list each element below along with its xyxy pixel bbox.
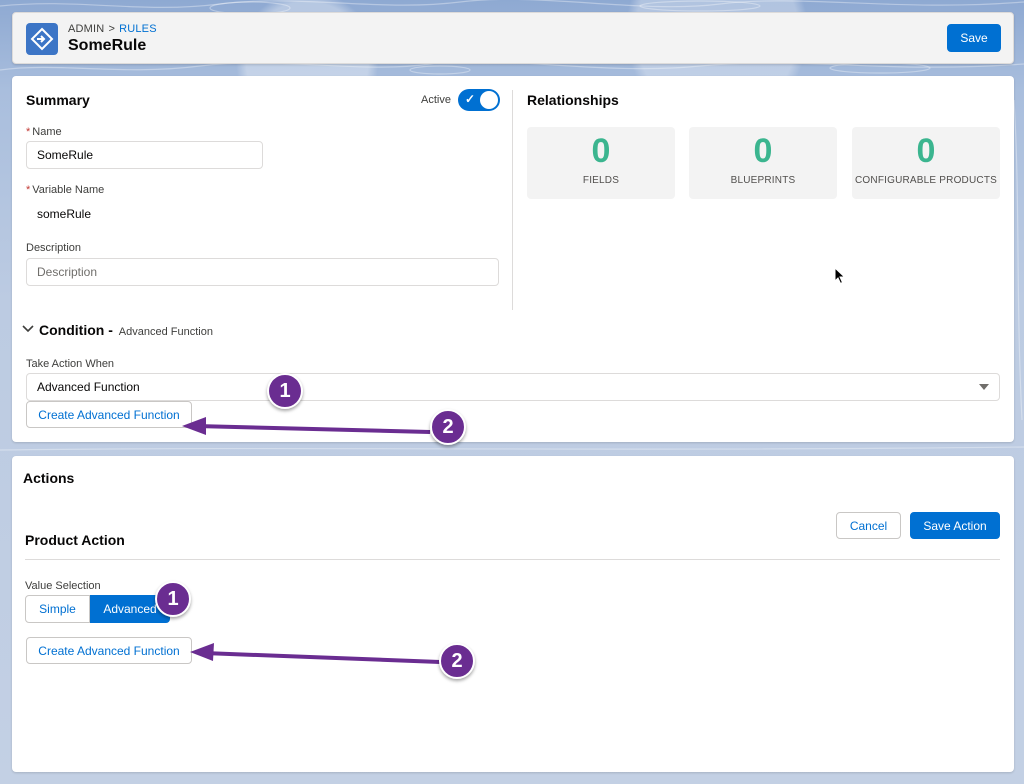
rule-icon	[26, 23, 58, 55]
active-label: Active	[421, 94, 451, 106]
summary-heading: Summary	[26, 92, 90, 108]
take-action-value: Advanced Function	[37, 380, 140, 394]
check-icon: ✓	[465, 92, 476, 106]
toggle-knob	[480, 91, 498, 109]
stat-label: BLUEPRINTS	[730, 175, 796, 186]
condition-heading[interactable]: Condition - Advanced Function	[39, 322, 213, 338]
breadcrumb-admin: ADMIN	[68, 23, 105, 35]
breadcrumb: ADMIN > RULES	[68, 23, 157, 35]
active-toggle[interactable]: ✓	[458, 89, 500, 111]
chevron-down-icon[interactable]	[22, 323, 34, 335]
stat-blueprints: 0 BLUEPRINTS	[689, 127, 837, 199]
relationships-heading: Relationships	[527, 92, 619, 108]
name-field[interactable]: SomeRule	[26, 141, 263, 169]
stat-fields: 0 FIELDS	[527, 127, 675, 199]
value-selection-label: Value Selection	[25, 580, 101, 592]
create-advanced-function-button[interactable]: Create Advanced Function	[26, 401, 192, 428]
stat-configurable-products: 0 CONFIGURABLE PRODUCTS	[852, 127, 1000, 199]
segment-simple[interactable]: Simple	[25, 595, 90, 623]
take-action-label: Take Action When	[26, 358, 115, 370]
stat-label: FIELDS	[582, 175, 620, 186]
stat-value: 0	[753, 132, 773, 170]
actions-heading: Actions	[23, 470, 75, 486]
caret-down-icon	[979, 384, 989, 390]
description-label: Description	[26, 242, 82, 254]
section-divider	[25, 559, 1000, 560]
create-advanced-function-button[interactable]: Create Advanced Function	[26, 637, 192, 664]
annotation-badge-2: 2	[430, 409, 466, 445]
required-marker: *	[26, 126, 31, 138]
condition-subtitle: Advanced Function	[118, 326, 213, 338]
variable-name-value: someRule	[37, 207, 92, 221]
save-button[interactable]: Save	[947, 24, 1001, 52]
required-marker: *	[26, 184, 31, 196]
page-title: SomeRule	[68, 37, 147, 54]
variable-name-label-text: Variable Name	[32, 184, 105, 196]
value-selection-toggle: Simple Advanced	[25, 595, 170, 623]
column-divider	[512, 90, 513, 310]
rule-details-panel: Summary Active ✓ * Name SomeRule * Variabl…	[12, 76, 1014, 442]
cancel-button[interactable]: Cancel	[836, 512, 901, 539]
stat-label: CONFIGURABLE PRODUCTS	[855, 175, 997, 186]
annotation-badge-2: 2	[439, 643, 475, 679]
name-label: * Name	[26, 126, 62, 138]
product-action-heading: Product Action	[25, 532, 125, 548]
annotation-badge-1: 1	[155, 581, 191, 617]
name-label-text: Name	[32, 126, 62, 138]
take-action-select[interactable]: Advanced Function	[26, 373, 1000, 401]
breadcrumb-separator: >	[108, 23, 116, 35]
breadcrumb-rules-link[interactable]: RULES	[119, 23, 157, 35]
record-header: ADMIN > RULES SomeRule Save	[12, 12, 1014, 64]
stat-value: 0	[916, 132, 936, 170]
description-field[interactable]: Description	[26, 258, 499, 286]
mouse-cursor-icon	[834, 267, 846, 285]
stat-value: 0	[591, 132, 611, 170]
variable-name-label: * Variable Name	[26, 184, 104, 196]
condition-title: Condition -	[39, 322, 113, 338]
save-action-button[interactable]: Save Action	[910, 512, 1000, 539]
annotation-badge-1: 1	[267, 373, 303, 409]
